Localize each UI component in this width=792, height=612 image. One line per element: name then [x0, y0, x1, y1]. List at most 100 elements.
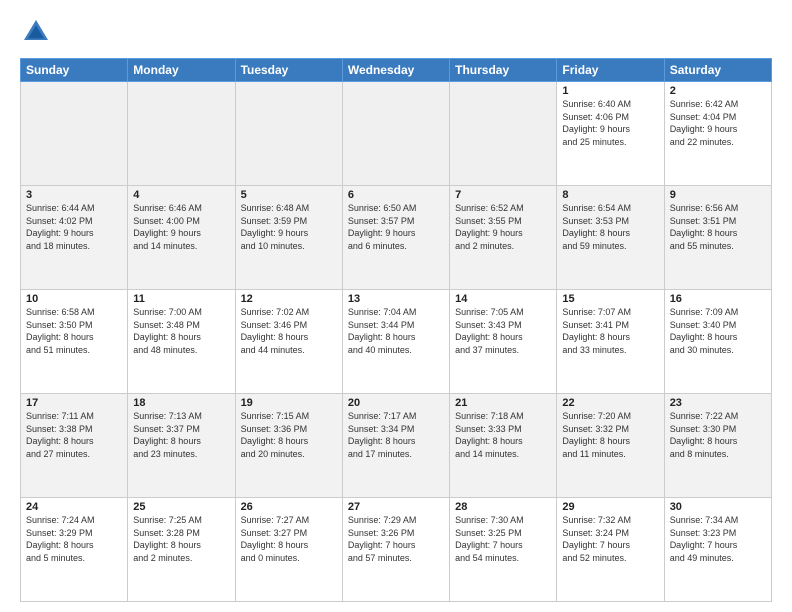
day-info: Sunrise: 6:56 AMSunset: 3:51 PMDaylight:… — [670, 202, 766, 252]
day-info: Sunrise: 7:00 AMSunset: 3:48 PMDaylight:… — [133, 306, 229, 356]
day-number: 29 — [562, 501, 658, 513]
day-info: Sunrise: 7:34 AMSunset: 3:23 PMDaylight:… — [670, 514, 766, 564]
day-info: Sunrise: 7:27 AMSunset: 3:27 PMDaylight:… — [241, 514, 337, 564]
weekday-header-row: SundayMondayTuesdayWednesdayThursdayFrid… — [21, 59, 772, 82]
day-info: Sunrise: 6:40 AMSunset: 4:06 PMDaylight:… — [562, 98, 658, 148]
day-cell-24: 24Sunrise: 7:24 AMSunset: 3:29 PMDayligh… — [21, 498, 128, 602]
page: SundayMondayTuesdayWednesdayThursdayFrid… — [0, 0, 792, 612]
calendar: SundayMondayTuesdayWednesdayThursdayFrid… — [20, 58, 772, 602]
day-cell-19: 19Sunrise: 7:15 AMSunset: 3:36 PMDayligh… — [235, 394, 342, 498]
day-info: Sunrise: 7:11 AMSunset: 3:38 PMDaylight:… — [26, 410, 122, 460]
week-row-1: 1Sunrise: 6:40 AMSunset: 4:06 PMDaylight… — [21, 82, 772, 186]
day-cell-11: 11Sunrise: 7:00 AMSunset: 3:48 PMDayligh… — [128, 290, 235, 394]
weekday-friday: Friday — [557, 59, 664, 82]
day-number: 15 — [562, 293, 658, 305]
day-number: 7 — [455, 189, 551, 201]
day-number: 4 — [133, 189, 229, 201]
day-info: Sunrise: 7:29 AMSunset: 3:26 PMDaylight:… — [348, 514, 444, 564]
day-number: 20 — [348, 397, 444, 409]
day-info: Sunrise: 7:24 AMSunset: 3:29 PMDaylight:… — [26, 514, 122, 564]
day-cell-21: 21Sunrise: 7:18 AMSunset: 3:33 PMDayligh… — [450, 394, 557, 498]
day-number: 19 — [241, 397, 337, 409]
day-cell-18: 18Sunrise: 7:13 AMSunset: 3:37 PMDayligh… — [128, 394, 235, 498]
day-number: 22 — [562, 397, 658, 409]
day-number: 12 — [241, 293, 337, 305]
empty-cell — [21, 82, 128, 186]
day-cell-30: 30Sunrise: 7:34 AMSunset: 3:23 PMDayligh… — [664, 498, 771, 602]
empty-cell — [235, 82, 342, 186]
day-cell-16: 16Sunrise: 7:09 AMSunset: 3:40 PMDayligh… — [664, 290, 771, 394]
day-number: 2 — [670, 85, 766, 97]
day-info: Sunrise: 7:04 AMSunset: 3:44 PMDaylight:… — [348, 306, 444, 356]
empty-cell — [450, 82, 557, 186]
day-info: Sunrise: 7:30 AMSunset: 3:25 PMDaylight:… — [455, 514, 551, 564]
empty-cell — [128, 82, 235, 186]
day-number: 3 — [26, 189, 122, 201]
day-cell-27: 27Sunrise: 7:29 AMSunset: 3:26 PMDayligh… — [342, 498, 449, 602]
day-cell-7: 7Sunrise: 6:52 AMSunset: 3:55 PMDaylight… — [450, 186, 557, 290]
day-info: Sunrise: 6:42 AMSunset: 4:04 PMDaylight:… — [670, 98, 766, 148]
day-info: Sunrise: 6:50 AMSunset: 3:57 PMDaylight:… — [348, 202, 444, 252]
weekday-monday: Monday — [128, 59, 235, 82]
day-number: 14 — [455, 293, 551, 305]
week-row-3: 10Sunrise: 6:58 AMSunset: 3:50 PMDayligh… — [21, 290, 772, 394]
weekday-tuesday: Tuesday — [235, 59, 342, 82]
day-info: Sunrise: 7:18 AMSunset: 3:33 PMDaylight:… — [455, 410, 551, 460]
day-info: Sunrise: 6:58 AMSunset: 3:50 PMDaylight:… — [26, 306, 122, 356]
day-cell-29: 29Sunrise: 7:32 AMSunset: 3:24 PMDayligh… — [557, 498, 664, 602]
day-info: Sunrise: 7:25 AMSunset: 3:28 PMDaylight:… — [133, 514, 229, 564]
day-cell-28: 28Sunrise: 7:30 AMSunset: 3:25 PMDayligh… — [450, 498, 557, 602]
day-number: 8 — [562, 189, 658, 201]
day-number: 27 — [348, 501, 444, 513]
day-number: 25 — [133, 501, 229, 513]
day-cell-22: 22Sunrise: 7:20 AMSunset: 3:32 PMDayligh… — [557, 394, 664, 498]
logo — [20, 16, 56, 48]
weekday-thursday: Thursday — [450, 59, 557, 82]
day-number: 17 — [26, 397, 122, 409]
day-cell-8: 8Sunrise: 6:54 AMSunset: 3:53 PMDaylight… — [557, 186, 664, 290]
day-info: Sunrise: 7:15 AMSunset: 3:36 PMDaylight:… — [241, 410, 337, 460]
day-number: 18 — [133, 397, 229, 409]
day-info: Sunrise: 7:13 AMSunset: 3:37 PMDaylight:… — [133, 410, 229, 460]
day-info: Sunrise: 6:46 AMSunset: 4:00 PMDaylight:… — [133, 202, 229, 252]
day-cell-4: 4Sunrise: 6:46 AMSunset: 4:00 PMDaylight… — [128, 186, 235, 290]
day-cell-9: 9Sunrise: 6:56 AMSunset: 3:51 PMDaylight… — [664, 186, 771, 290]
day-number: 26 — [241, 501, 337, 513]
day-cell-17: 17Sunrise: 7:11 AMSunset: 3:38 PMDayligh… — [21, 394, 128, 498]
week-row-2: 3Sunrise: 6:44 AMSunset: 4:02 PMDaylight… — [21, 186, 772, 290]
day-number: 23 — [670, 397, 766, 409]
header — [20, 16, 772, 48]
day-cell-12: 12Sunrise: 7:02 AMSunset: 3:46 PMDayligh… — [235, 290, 342, 394]
day-info: Sunrise: 7:02 AMSunset: 3:46 PMDaylight:… — [241, 306, 337, 356]
day-number: 21 — [455, 397, 551, 409]
day-cell-23: 23Sunrise: 7:22 AMSunset: 3:30 PMDayligh… — [664, 394, 771, 498]
day-cell-10: 10Sunrise: 6:58 AMSunset: 3:50 PMDayligh… — [21, 290, 128, 394]
day-number: 13 — [348, 293, 444, 305]
day-number: 28 — [455, 501, 551, 513]
week-row-5: 24Sunrise: 7:24 AMSunset: 3:29 PMDayligh… — [21, 498, 772, 602]
day-info: Sunrise: 6:48 AMSunset: 3:59 PMDaylight:… — [241, 202, 337, 252]
day-number: 16 — [670, 293, 766, 305]
weekday-saturday: Saturday — [664, 59, 771, 82]
weekday-sunday: Sunday — [21, 59, 128, 82]
day-cell-3: 3Sunrise: 6:44 AMSunset: 4:02 PMDaylight… — [21, 186, 128, 290]
day-number: 24 — [26, 501, 122, 513]
day-cell-15: 15Sunrise: 7:07 AMSunset: 3:41 PMDayligh… — [557, 290, 664, 394]
day-info: Sunrise: 7:32 AMSunset: 3:24 PMDaylight:… — [562, 514, 658, 564]
day-cell-20: 20Sunrise: 7:17 AMSunset: 3:34 PMDayligh… — [342, 394, 449, 498]
day-cell-1: 1Sunrise: 6:40 AMSunset: 4:06 PMDaylight… — [557, 82, 664, 186]
day-cell-25: 25Sunrise: 7:25 AMSunset: 3:28 PMDayligh… — [128, 498, 235, 602]
week-row-4: 17Sunrise: 7:11 AMSunset: 3:38 PMDayligh… — [21, 394, 772, 498]
day-info: Sunrise: 6:52 AMSunset: 3:55 PMDaylight:… — [455, 202, 551, 252]
logo-icon — [20, 16, 52, 48]
day-info: Sunrise: 7:22 AMSunset: 3:30 PMDaylight:… — [670, 410, 766, 460]
day-number: 1 — [562, 85, 658, 97]
day-info: Sunrise: 6:54 AMSunset: 3:53 PMDaylight:… — [562, 202, 658, 252]
day-number: 9 — [670, 189, 766, 201]
day-number: 10 — [26, 293, 122, 305]
day-cell-2: 2Sunrise: 6:42 AMSunset: 4:04 PMDaylight… — [664, 82, 771, 186]
day-info: Sunrise: 7:07 AMSunset: 3:41 PMDaylight:… — [562, 306, 658, 356]
day-info: Sunrise: 7:17 AMSunset: 3:34 PMDaylight:… — [348, 410, 444, 460]
day-cell-13: 13Sunrise: 7:04 AMSunset: 3:44 PMDayligh… — [342, 290, 449, 394]
day-cell-5: 5Sunrise: 6:48 AMSunset: 3:59 PMDaylight… — [235, 186, 342, 290]
